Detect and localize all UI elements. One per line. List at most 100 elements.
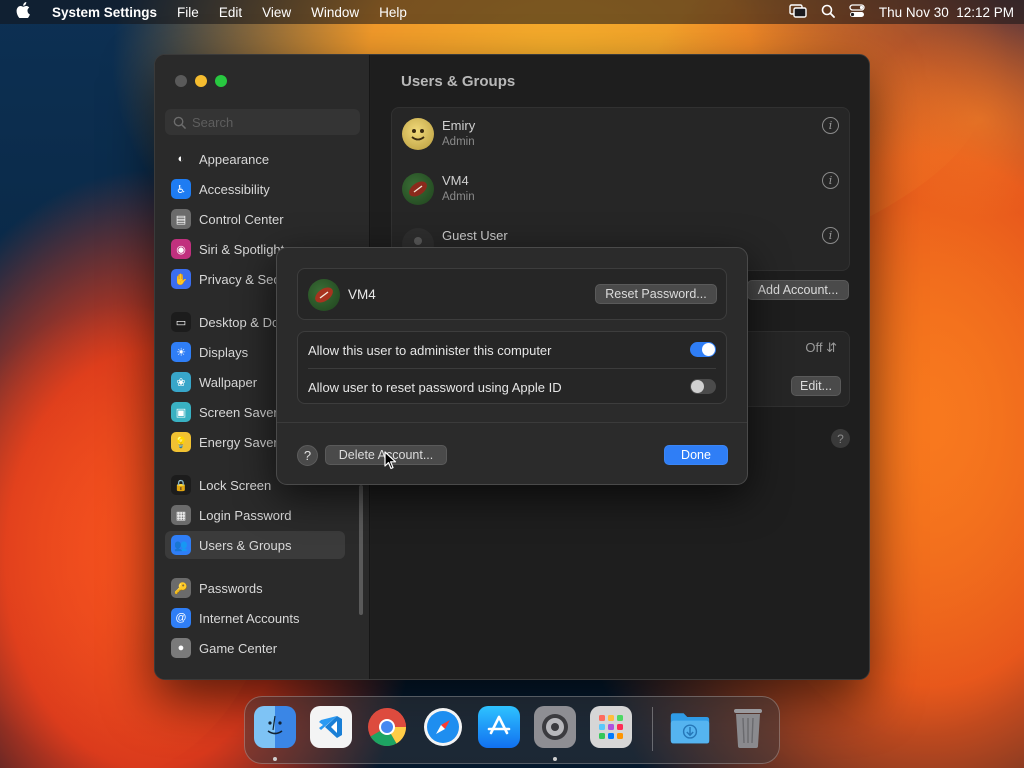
sidebar-item-label: Game Center xyxy=(199,640,278,656)
sidebar-item-login-password[interactable]: ▦ Login Password xyxy=(165,501,345,529)
auto-login-value: Off xyxy=(805,340,823,355)
sidebar-item-label: Internet Accounts xyxy=(199,610,300,626)
user-row-emiry[interactable]: Emiry Admin i xyxy=(392,108,849,162)
sidebar-item-label: Energy Saver xyxy=(199,434,278,450)
sidebar-scrollbar[interactable] xyxy=(359,485,363,615)
appearance-icon: ◐ xyxy=(171,149,191,169)
sidebar-item-label: Passwords xyxy=(199,580,263,596)
apple-id-reset-toggle[interactable] xyxy=(690,379,716,394)
chrome-icon[interactable] xyxy=(366,706,408,748)
dialog-options: Allow this user to administer this compu… xyxy=(297,331,727,404)
zoom-window-button[interactable] xyxy=(215,75,227,87)
sidebar-item-label: Siri & Spotlight xyxy=(199,241,285,257)
dialog-user-header: VM4 Reset Password... xyxy=(297,268,727,320)
search-input[interactable] xyxy=(192,114,342,130)
menu-help[interactable]: Help xyxy=(369,5,417,20)
help-icon[interactable]: ? xyxy=(831,429,850,448)
siri-icon: ◉ xyxy=(171,239,191,259)
info-icon[interactable]: i xyxy=(822,117,839,134)
sidebar-item-label: Screen Saver xyxy=(199,404,278,420)
spotlight-search-icon[interactable] xyxy=(821,4,835,21)
launchpad-icon[interactable] xyxy=(590,706,632,748)
login-password-icon: ▦ xyxy=(171,505,191,525)
control-center-icon[interactable] xyxy=(849,3,865,21)
user-name: VM4 xyxy=(442,173,469,188)
option-label: Allow user to reset password using Apple… xyxy=(308,379,562,395)
sidebar-item-game-center[interactable]: ● Game Center xyxy=(165,634,345,662)
running-indicator xyxy=(553,757,557,761)
vm4-avatar xyxy=(402,173,434,205)
app-store-icon[interactable] xyxy=(478,706,520,748)
page-title: Users & Groups xyxy=(401,73,516,90)
sidebar-item-users-groups[interactable]: 👥 Users & Groups xyxy=(165,531,345,559)
screen-saver-icon: ▣ xyxy=(171,402,191,422)
search-icon xyxy=(173,116,186,129)
finder-icon[interactable] xyxy=(254,706,296,748)
users-groups-icon: 👥 xyxy=(171,535,191,555)
dialog-user-name: VM4 xyxy=(348,287,376,302)
menu-file[interactable]: File xyxy=(167,5,209,20)
info-icon[interactable]: i xyxy=(822,172,839,189)
user-role: Admin xyxy=(442,191,475,203)
system-settings-icon[interactable] xyxy=(534,706,576,748)
sidebar-item-accessibility[interactable]: ♿ Accessibility xyxy=(165,175,345,203)
sidebar-item-control-center[interactable]: ▤ Control Center xyxy=(165,205,345,233)
sidebar-item-label: Appearance xyxy=(199,151,270,167)
desktop-dock-icon: ▭ xyxy=(171,312,191,332)
lock-screen-icon: 🔒 xyxy=(171,475,191,495)
option-admin: Allow this user to administer this compu… xyxy=(298,332,726,368)
sidebar-item-label: Lock Screen xyxy=(199,477,272,493)
user-name: Guest User xyxy=(442,228,508,243)
info-icon[interactable]: i xyxy=(822,227,839,244)
running-indicator xyxy=(273,757,277,761)
downloads-folder-icon[interactable] xyxy=(669,706,711,748)
dock xyxy=(244,696,780,764)
add-account-button[interactable]: Add Account... xyxy=(747,280,849,300)
energy-saver-icon: 💡 xyxy=(171,432,191,452)
user-row-vm4[interactable]: VM4 Admin i xyxy=(392,163,849,217)
user-details-dialog: VM4 Reset Password... Allow this user to… xyxy=(276,247,748,485)
help-button[interactable]: ? xyxy=(297,445,318,466)
screen-mirroring-icon[interactable] xyxy=(789,3,807,21)
control-center-icon: ▤ xyxy=(171,209,191,229)
vm4-avatar xyxy=(308,279,340,311)
emiry-avatar xyxy=(402,118,434,150)
displays-icon: ☀ xyxy=(171,342,191,362)
sidebar-item-label: Accessibility xyxy=(199,181,270,197)
auto-login-select[interactable]: Off ⇵ xyxy=(805,340,837,356)
privacy-hand-icon: ✋ xyxy=(171,269,191,289)
menubar-clock[interactable]: Thu Nov 30 12:12 PM xyxy=(879,5,1014,20)
user-role: Admin xyxy=(442,136,475,148)
apple-menu-icon[interactable] xyxy=(0,2,42,22)
reset-password-button[interactable]: Reset Password... xyxy=(595,284,717,304)
internet-accounts-icon: @ xyxy=(171,608,191,628)
option-apple-id-reset: Allow user to reset password using Apple… xyxy=(298,369,726,405)
user-name: Emiry xyxy=(442,118,476,133)
sidebar-item-appearance[interactable]: ◐ Appearance xyxy=(165,145,345,173)
close-window-button[interactable] xyxy=(175,75,187,87)
search-field[interactable] xyxy=(165,109,360,135)
menu-edit[interactable]: Edit xyxy=(209,5,252,20)
sidebar-item-label: Control Center xyxy=(199,211,284,227)
option-label: Allow this user to administer this compu… xyxy=(308,342,552,358)
menu-view[interactable]: View xyxy=(252,5,301,20)
trash-icon[interactable] xyxy=(727,706,769,748)
sidebar-item-label: Login Password xyxy=(199,507,292,523)
vscode-icon[interactable] xyxy=(310,706,352,748)
dock-separator xyxy=(652,707,653,751)
sidebar-item-passwords[interactable]: 🔑 Passwords xyxy=(165,574,345,602)
mouse-cursor-icon xyxy=(384,451,397,470)
wallpaper-icon: ❀ xyxy=(171,372,191,392)
menu-bar: System Settings File Edit View Window He… xyxy=(0,0,1024,24)
passwords-key-icon: 🔑 xyxy=(171,578,191,598)
menu-window[interactable]: Window xyxy=(301,5,369,20)
done-button[interactable]: Done xyxy=(664,445,728,465)
edit-button[interactable]: Edit... xyxy=(791,376,841,396)
game-center-icon: ● xyxy=(171,638,191,658)
menu-app-name[interactable]: System Settings xyxy=(42,5,167,20)
sidebar-item-internet-accounts[interactable]: @ Internet Accounts xyxy=(165,604,345,632)
safari-icon[interactable] xyxy=(422,706,464,748)
minimize-window-button[interactable] xyxy=(195,75,207,87)
admin-toggle[interactable] xyxy=(690,342,716,357)
chevron-up-down-icon: ⇵ xyxy=(826,340,837,355)
